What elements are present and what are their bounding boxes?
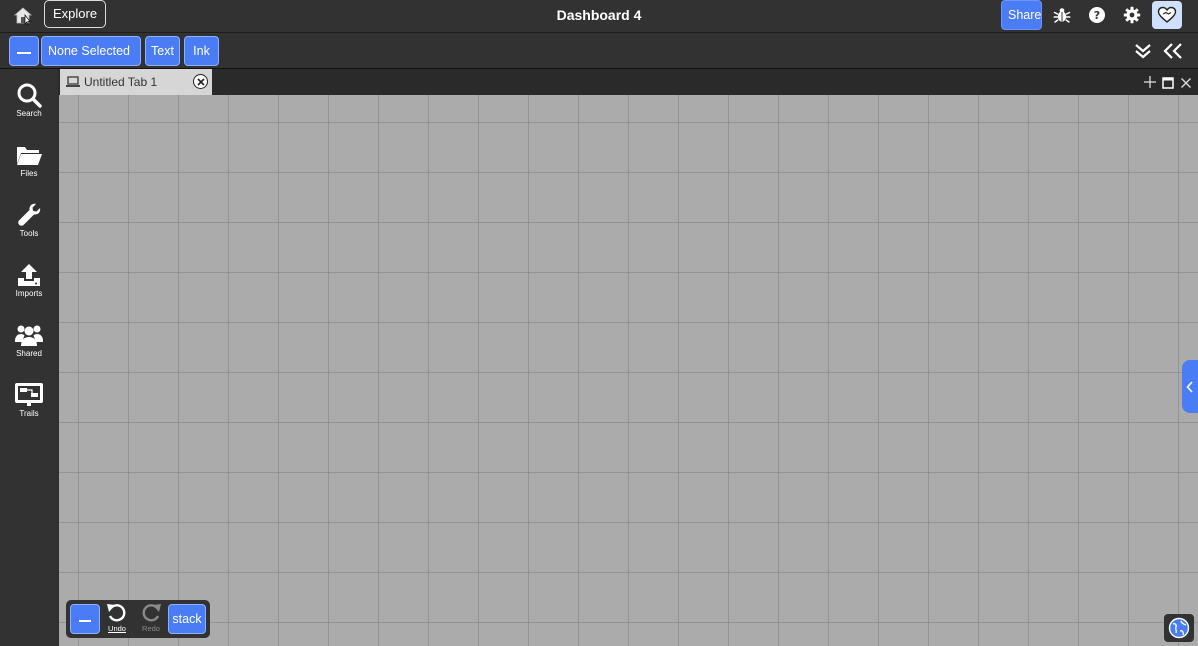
collapse-bottom-toolbar-button[interactable]: [70, 604, 100, 634]
stack-button[interactable]: stack: [168, 604, 206, 634]
upload-icon: [18, 264, 40, 286]
text-tool-button[interactable]: Text: [145, 36, 180, 66]
gear-icon: [1123, 6, 1141, 24]
undo-icon: [107, 604, 126, 622]
share-button[interactable]: Share: [1001, 0, 1042, 30]
left-sidebar: Search Files Tools Imports Shared Trails: [0, 69, 58, 646]
svg-text:?: ?: [1094, 9, 1100, 22]
sidebar-item-files[interactable]: Files: [0, 142, 58, 192]
collapse-toolbar-button[interactable]: [9, 36, 39, 66]
sidebar-item-shared[interactable]: Shared: [0, 322, 58, 372]
sidebar-item-label: Trails: [19, 409, 39, 418]
home-icon: [13, 7, 33, 26]
globe-icon: [1168, 617, 1190, 639]
tab-label: Untitled Tab 1: [84, 75, 158, 89]
maximize-icon: [1162, 77, 1174, 89]
debug-button[interactable]: [1051, 5, 1073, 25]
folder-icon: [17, 147, 42, 165]
sidebar-item-search[interactable]: Search: [0, 82, 58, 132]
help-icon: ?: [1089, 7, 1105, 23]
selection-dropdown[interactable]: None Selected: [41, 36, 141, 66]
redo-button[interactable]: Redo: [136, 602, 166, 636]
trails-icon: [15, 383, 43, 406]
chevron-left-icon: [1186, 380, 1193, 393]
sidebar-item-trails[interactable]: Trails: [0, 382, 58, 432]
sidebar-item-imports[interactable]: Imports: [0, 262, 58, 312]
map-toggle-button[interactable]: [1164, 614, 1194, 642]
close-icon: [1181, 78, 1191, 88]
ink-tool-button[interactable]: Ink: [184, 36, 219, 66]
help-button[interactable]: ?: [1086, 5, 1108, 25]
expand-toolbar-button[interactable]: [1133, 43, 1153, 59]
sidebar-item-tools[interactable]: Tools: [0, 202, 58, 252]
heart-icon: [1157, 6, 1177, 23]
laptop-icon: [66, 76, 80, 87]
settings-button[interactable]: [1121, 5, 1143, 25]
search-icon: [17, 83, 42, 108]
context-toolbar: None Selected Text Ink: [0, 33, 1198, 69]
double-chevron-down-icon: [1135, 44, 1151, 59]
freeform-canvas[interactable]: [59, 95, 1198, 646]
bottom-toolbar: Undo Redo stack: [66, 600, 210, 638]
tab-close-button[interactable]: [193, 74, 208, 89]
wrench-icon: [18, 203, 41, 226]
home-button[interactable]: [8, 4, 38, 28]
undo-button[interactable]: Undo: [102, 602, 132, 636]
sidebar-item-label: Imports: [15, 289, 43, 298]
close-icon: [196, 77, 205, 86]
sidebar-item-label: Search: [16, 109, 42, 118]
properties-panel-toggle[interactable]: [1182, 360, 1198, 413]
top-bar: Explore Dashboard 4 Share ?: [0, 0, 1198, 33]
undo-label: Undo: [108, 624, 126, 633]
double-chevron-left-icon: [1163, 43, 1182, 59]
sidebar-item-label: Files: [20, 169, 38, 178]
tab-untitled-1[interactable]: Untitled Tab 1: [60, 69, 212, 95]
plus-icon: [1144, 76, 1156, 88]
favorite-button[interactable]: [1152, 1, 1182, 29]
new-tab-button[interactable]: [1143, 75, 1157, 89]
minus-icon: [17, 52, 31, 54]
redo-label: Redo: [142, 624, 160, 633]
sidebar-item-label: Tools: [19, 229, 39, 238]
minus-icon: [79, 620, 91, 622]
maximize-button[interactable]: [1162, 76, 1174, 89]
close-panel-button[interactable]: [1180, 76, 1192, 88]
sidebar-item-label: Shared: [16, 349, 42, 358]
tab-strip: Untitled Tab 1: [58, 69, 1198, 95]
explore-button[interactable]: Explore: [44, 0, 107, 28]
users-icon: [15, 325, 43, 346]
redo-icon: [142, 604, 161, 622]
bug-icon: [1053, 8, 1071, 23]
collapse-panel-button[interactable]: [1162, 42, 1184, 60]
